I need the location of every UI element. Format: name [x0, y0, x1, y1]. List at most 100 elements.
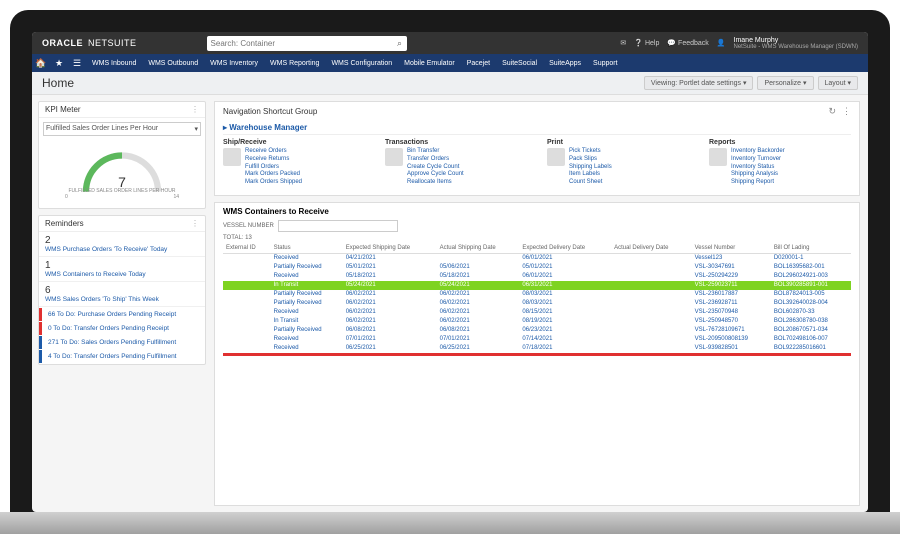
kpi-selector[interactable]: Fulfilled Sales Order Lines Per Hour▾ [43, 122, 201, 136]
table-row[interactable]: Received05/18/202105/18/202106/01/2021VS… [223, 272, 851, 281]
table-header[interactable]: Expected Shipping Date [343, 243, 437, 254]
card-menu-icon[interactable]: ⋮ [191, 105, 199, 114]
warehouse-manager-section[interactable]: ▸ Warehouse Manager [223, 121, 851, 134]
refresh-icon[interactable]: ↻ [828, 106, 836, 117]
shortcut-link[interactable]: Shipping Report [731, 179, 785, 187]
nav-item[interactable]: WMS Configuration [325, 60, 398, 67]
table-cell: 06/02/2021 [343, 290, 437, 299]
shortcut-link[interactable]: Create Cycle Count [407, 164, 464, 172]
page-title: Home [42, 76, 74, 90]
shortcut-link[interactable]: Receive Returns [245, 156, 302, 164]
shortcut-link[interactable]: Shipping Labels [569, 164, 612, 172]
shortcut-icon [709, 148, 727, 166]
shortcut-link[interactable]: Reallocate Items [407, 179, 464, 187]
table-row[interactable]: In Transit05/24/202105/24/202106/31/2021… [223, 281, 851, 290]
table-cell: 07/01/2021 [437, 335, 520, 344]
table-cell: 05/01/2021 [519, 263, 611, 272]
table-row[interactable] [223, 353, 851, 356]
table-cell: 06/08/2021 [343, 326, 437, 335]
todo-item[interactable]: 66 To Do: Purchase Orders Pending Receip… [39, 308, 205, 321]
search-icon[interactable]: ⌕ [393, 38, 407, 49]
mail-icon[interactable]: ✉ [620, 39, 626, 47]
table-row[interactable]: Received07/01/202107/01/202107/14/2021VS… [223, 335, 851, 344]
table-cell: Received [271, 308, 343, 317]
reminder-item[interactable]: 1WMS Containers to Receive Today [39, 257, 205, 282]
table-row[interactable]: Partially Received06/08/202106/08/202106… [223, 326, 851, 335]
reminder-item[interactable]: 2WMS Purchase Orders 'To Receive' Today [39, 232, 205, 257]
table-cell [611, 308, 692, 317]
help-link[interactable]: ❔ Help [634, 39, 659, 47]
reminder-item[interactable]: 6WMS Sales Orders 'To Ship' This Week [39, 282, 205, 307]
nav-item[interactable]: WMS Inventory [204, 60, 264, 67]
star-icon[interactable]: ★ [50, 58, 68, 69]
table-row[interactable]: Received06/02/202106/02/202108/15/2021VS… [223, 308, 851, 317]
shortcut-link[interactable]: Receive Orders [245, 148, 302, 156]
shortcut-link[interactable]: Mark Orders Shipped [245, 179, 302, 187]
shortcut-link[interactable]: Inventory Turnover [731, 156, 785, 164]
home-icon[interactable]: 🏠 [32, 58, 50, 69]
table-cell [223, 299, 271, 308]
table-header[interactable]: External ID [223, 243, 271, 254]
reminders-card: Reminders⋮ 2WMS Purchase Orders 'To Rece… [38, 215, 206, 365]
table-cell [223, 353, 271, 356]
shortcut-col-header: Reports [709, 139, 851, 146]
card-menu-icon[interactable]: ⋮ [191, 219, 199, 228]
nav-item[interactable]: SuiteApps [543, 60, 587, 67]
todo-item[interactable]: 271 To Do: Sales Orders Pending Fulfillm… [39, 336, 205, 349]
shortcut-link[interactable]: Bin Transfer [407, 148, 464, 156]
shortcut-link[interactable]: Inventory Status [731, 164, 785, 172]
table-cell [223, 335, 271, 344]
shortcut-link[interactable]: Item Labels [569, 171, 612, 179]
gauge-value: 7 [39, 174, 205, 190]
todo-item[interactable]: 4 To Do: Transfer Orders Pending Fulfill… [39, 350, 205, 363]
table-row[interactable]: In Transit06/02/202106/02/202108/19/2021… [223, 317, 851, 326]
feedback-link[interactable]: 💬 Feedback [667, 39, 708, 47]
table-cell [611, 263, 692, 272]
table-row[interactable]: Partially Received06/02/202106/02/202108… [223, 290, 851, 299]
table-row[interactable]: Received04/21/202106/01/2021Vessel123D02… [223, 253, 851, 263]
todo-item[interactable]: 0 To Do: Transfer Orders Pending Receipt [39, 322, 205, 335]
personalize-button[interactable]: Personalize ▾ [757, 76, 813, 90]
table-row[interactable]: Received06/25/202106/25/202107/18/2021VS… [223, 344, 851, 353]
nav-item[interactable]: Pacejet [461, 60, 496, 67]
table-header[interactable]: Expected Delivery Date [519, 243, 611, 254]
shortcut-link[interactable]: Count Sheet [569, 179, 612, 187]
table-header[interactable]: Actual Shipping Date [437, 243, 520, 254]
shortcut-link[interactable]: Mark Orders Packed [245, 171, 302, 179]
table-row[interactable]: Partially Received05/01/202105/06/202105… [223, 263, 851, 272]
kpi-meter-card: KPI Meter⋮ Fulfilled Sales Order Lines P… [38, 101, 206, 209]
shortcut-link[interactable]: Inventory Backorder [731, 148, 785, 156]
nav-item[interactable]: WMS Reporting [264, 60, 325, 67]
vessel-input[interactable] [278, 220, 398, 232]
shortcut-link[interactable]: Transfer Orders [407, 156, 464, 164]
table-header[interactable]: Vessel Number [692, 243, 771, 254]
table-cell: 05/18/2021 [437, 272, 520, 281]
menu-icon[interactable]: ☰ [68, 58, 86, 69]
nav-item[interactable]: Support [587, 60, 624, 67]
shortcut-icon [547, 148, 565, 166]
table-header[interactable]: Bill Of Lading [771, 243, 851, 254]
table-header[interactable]: Status [271, 243, 343, 254]
user-info[interactable]: Imane Murphy NetSuite - WMS Warehouse Ma… [734, 37, 858, 50]
shortcut-link[interactable]: Shipping Analysis [731, 171, 785, 179]
card-menu-icon[interactable]: ⋮ [842, 106, 851, 117]
page-header: Home Viewing: Portlet date settings ▾ Pe… [32, 72, 868, 95]
table-cell: 06/01/2021 [519, 253, 611, 263]
table-cell [223, 344, 271, 353]
global-search[interactable]: ⌕ [207, 36, 407, 51]
user-icon[interactable]: 👤 [717, 39, 726, 47]
shortcut-link[interactable]: Fulfill Orders [245, 164, 302, 172]
nav-item[interactable]: SuiteSocial [496, 60, 543, 67]
shortcut-link[interactable]: Approve Cycle Count [407, 171, 464, 179]
table-row[interactable]: Partially Received06/02/202106/02/202108… [223, 299, 851, 308]
table-cell: 04/21/2021 [343, 253, 437, 263]
viewing-selector[interactable]: Viewing: Portlet date settings ▾ [644, 76, 754, 90]
nav-item[interactable]: WMS Inbound [86, 60, 142, 67]
nav-item[interactable]: WMS Outbound [142, 60, 204, 67]
shortcut-link[interactable]: Pick Tickets [569, 148, 612, 156]
table-header[interactable]: Actual Delivery Date [611, 243, 692, 254]
search-input[interactable] [207, 39, 393, 48]
shortcut-link[interactable]: Pack Slips [569, 156, 612, 164]
nav-item[interactable]: Mobile Emulator [398, 60, 461, 67]
layout-button[interactable]: Layout ▾ [818, 76, 858, 90]
